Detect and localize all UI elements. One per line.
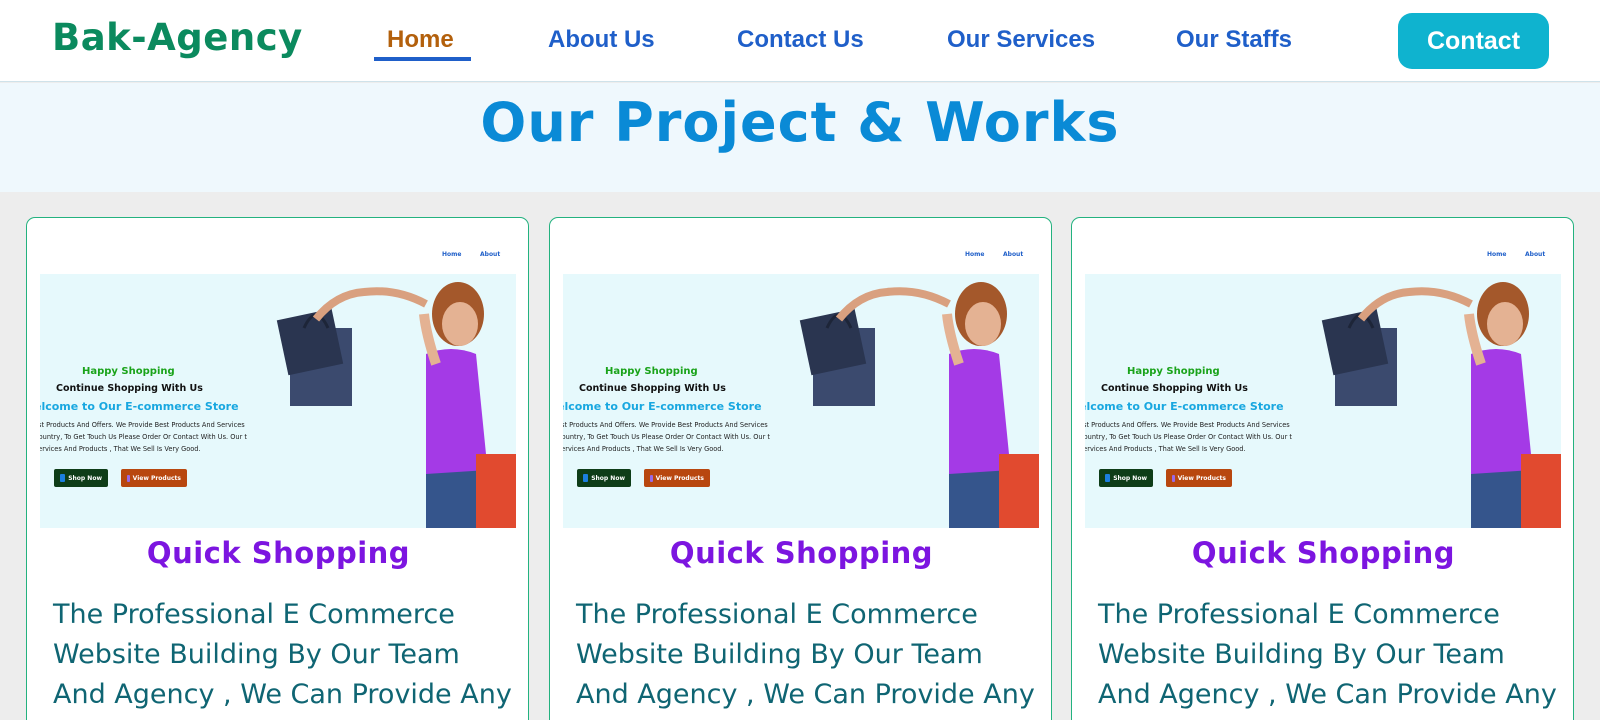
shopping-bag-icon bbox=[60, 474, 66, 482]
preview-nav-about: About bbox=[1525, 251, 1546, 258]
shopping-woman-image bbox=[1321, 282, 1561, 528]
preview-happy-heading: Happy Shopping bbox=[82, 366, 175, 377]
project-preview[interactable]: Home About Happy Shopping Continue Shopp… bbox=[1085, 229, 1561, 528]
preview-welcome: elcome to Our E-commerce Store bbox=[563, 400, 762, 413]
preview-welcome: elcome to Our E-commerce Store bbox=[1085, 400, 1284, 413]
nav-about-us[interactable]: About Us bbox=[548, 26, 655, 54]
preview-nav-home: Home bbox=[965, 251, 985, 258]
preview-subheading: Continue Shopping With Us bbox=[579, 383, 726, 394]
preview-nav-home: Home bbox=[1487, 251, 1507, 258]
contact-button[interactable]: Contact bbox=[1398, 13, 1549, 69]
logo[interactable]: Bak-Agency bbox=[52, 16, 303, 59]
nav-our-staffs[interactable]: Our Staffs bbox=[1176, 26, 1292, 54]
preview-happy-heading: Happy Shopping bbox=[1127, 366, 1220, 377]
preview-description: est Products And Offers. We Provide Best… bbox=[1085, 421, 1293, 453]
project-card[interactable]: Home About Happy Shopping Continue Shopp… bbox=[549, 217, 1052, 720]
project-preview[interactable]: Home About Happy Shopping Continue Shopp… bbox=[40, 229, 516, 528]
project-title: Quick Shopping bbox=[146, 536, 411, 570]
preview-view-button: View Products bbox=[1166, 469, 1232, 487]
nav-contact-us[interactable]: Contact Us bbox=[737, 26, 864, 54]
project-description: The Professional E Commerce Website Buil… bbox=[53, 599, 512, 710]
project-description: The Professional E Commerce Website Buil… bbox=[576, 599, 1035, 710]
site-header: Bak-Agency Home About Us Contact Us Our … bbox=[0, 0, 1600, 82]
shopping-woman-image bbox=[276, 282, 516, 528]
shopping-bag-icon bbox=[583, 474, 589, 482]
preview-description: est Products And Offers. We Provide Best… bbox=[563, 421, 771, 453]
section-header: Our Project & Works bbox=[0, 83, 1600, 192]
preview-nav-about: About bbox=[1003, 251, 1024, 258]
project-title: Quick Shopping bbox=[1191, 536, 1456, 570]
preview-description: est Products And Offers. We Provide Best… bbox=[40, 421, 248, 453]
preview-shop-button: Shop Now bbox=[1099, 469, 1153, 487]
nav-home[interactable]: Home bbox=[387, 26, 454, 54]
preview-happy-heading: Happy Shopping bbox=[605, 366, 698, 377]
shopping-bag-icon bbox=[1105, 474, 1111, 482]
preview-shop-button: Shop Now bbox=[577, 469, 631, 487]
preview-subheading: Continue Shopping With Us bbox=[1101, 383, 1248, 394]
preview-hero: Happy Shopping Continue Shopping With Us… bbox=[563, 274, 1039, 528]
preview-view-button: View Products bbox=[644, 469, 710, 487]
active-nav-underline bbox=[374, 57, 471, 61]
preview-view-button: View Products bbox=[121, 469, 187, 487]
project-preview[interactable]: Home About Happy Shopping Continue Shopp… bbox=[563, 229, 1039, 528]
cart-icon bbox=[1172, 474, 1175, 482]
preview-hero: Happy Shopping Continue Shopping With Us… bbox=[40, 274, 516, 528]
preview-hero: Happy Shopping Continue Shopping With Us… bbox=[1085, 274, 1561, 528]
preview-shop-button: Shop Now bbox=[54, 469, 108, 487]
preview-subheading: Continue Shopping With Us bbox=[56, 383, 203, 394]
project-title: Quick Shopping bbox=[669, 536, 934, 570]
project-card[interactable]: Home About Happy Shopping Continue Shopp… bbox=[1071, 217, 1574, 720]
preview-nav-about: About bbox=[480, 251, 501, 258]
nav-our-services[interactable]: Our Services bbox=[947, 26, 1095, 54]
cart-icon bbox=[650, 474, 653, 482]
project-description: The Professional E Commerce Website Buil… bbox=[1098, 599, 1557, 710]
shopping-woman-image bbox=[799, 282, 1039, 528]
section-title: Our Project & Works bbox=[480, 91, 1120, 154]
project-card[interactable]: Home About Happy Shopping Continue Shopp… bbox=[26, 217, 529, 720]
preview-welcome: elcome to Our E-commerce Store bbox=[40, 400, 239, 413]
preview-nav-home: Home bbox=[442, 251, 462, 258]
cart-icon bbox=[127, 474, 130, 482]
